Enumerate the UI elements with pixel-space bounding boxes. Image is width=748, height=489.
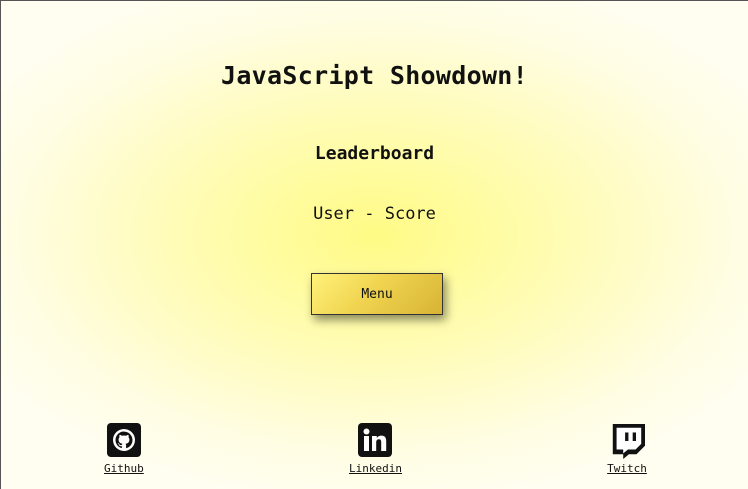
linkedin-icon bbox=[358, 423, 393, 457]
twitch-icon bbox=[612, 423, 645, 459]
twitch-link-label: Twitch bbox=[607, 462, 647, 475]
github-icon bbox=[106, 423, 141, 457]
linkedin-link[interactable]: Linkedin bbox=[349, 423, 402, 475]
twitch-link[interactable]: Twitch bbox=[607, 423, 647, 475]
linkedin-link-label: Linkedin bbox=[349, 462, 402, 475]
github-link[interactable]: Github bbox=[104, 423, 144, 475]
github-link-label: Github bbox=[104, 462, 144, 475]
leaderboard-heading: Leaderboard bbox=[314, 143, 435, 164]
menu-button[interactable]: Menu bbox=[311, 273, 443, 315]
leaderboard-column-header: User - Score bbox=[313, 204, 436, 224]
page-title: JavaScript Showdown! bbox=[220, 61, 529, 90]
